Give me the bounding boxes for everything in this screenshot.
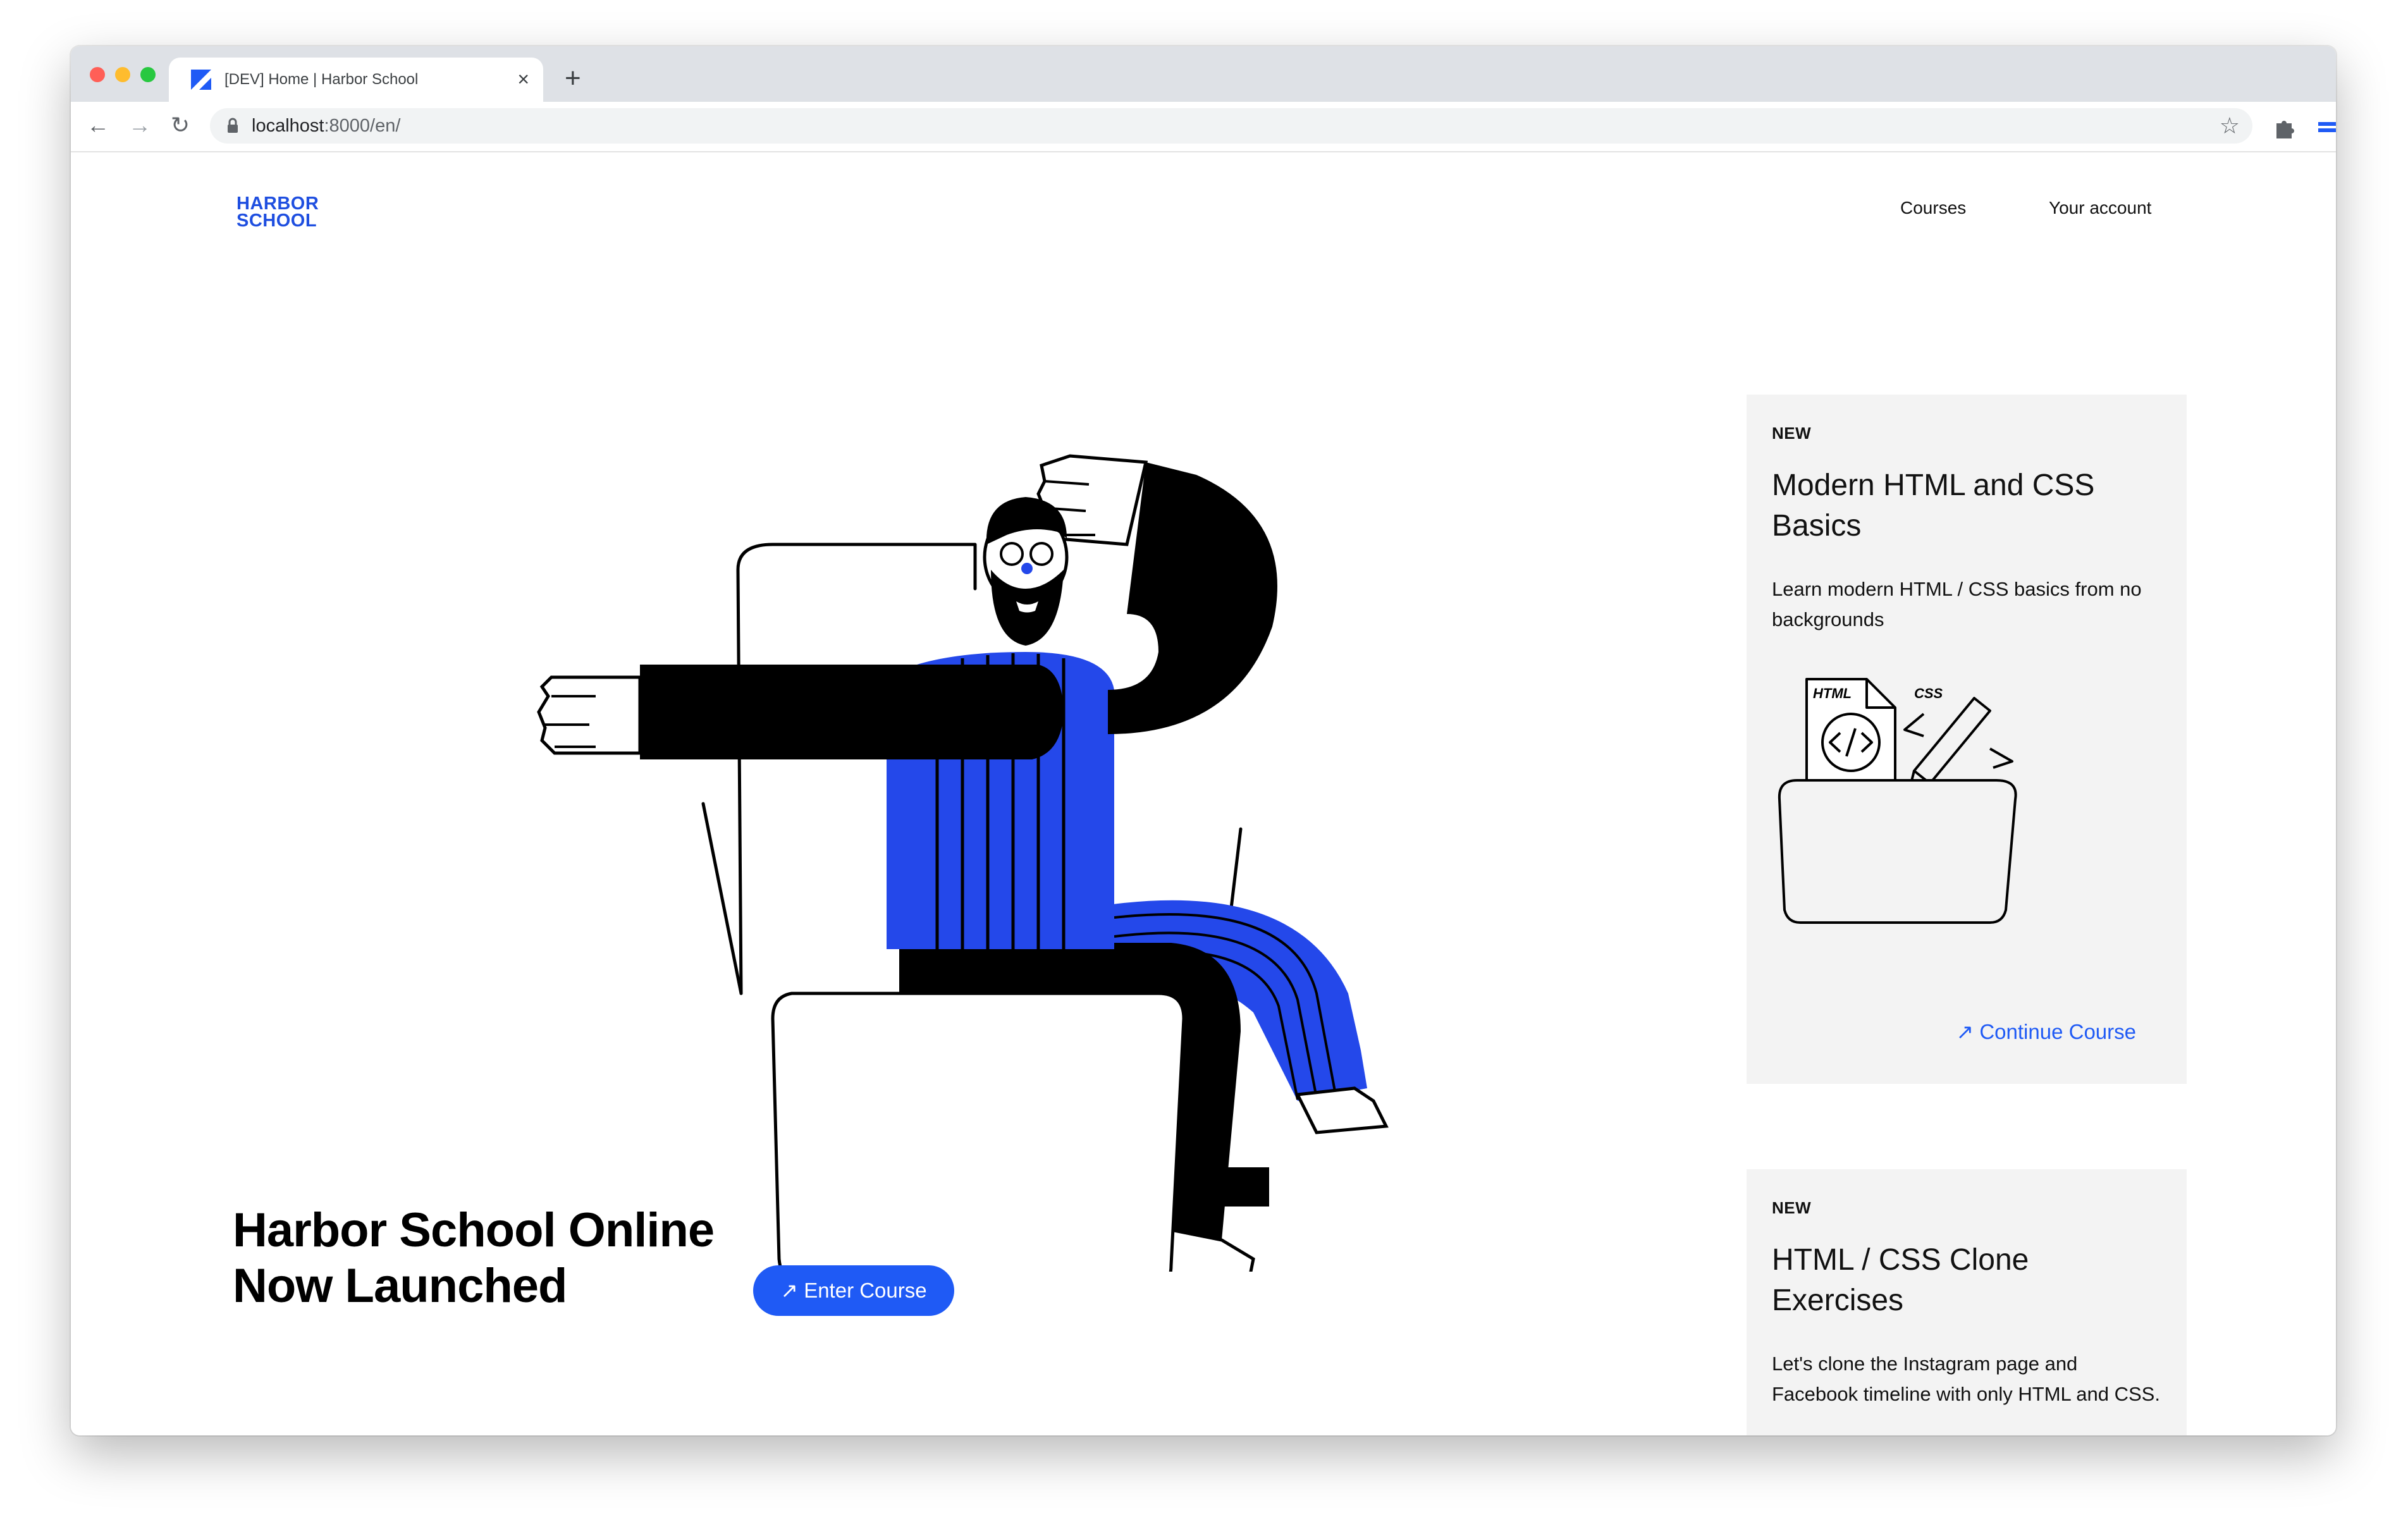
new-badge: NEW bbox=[1772, 424, 1812, 443]
tab-close-icon[interactable]: × bbox=[517, 66, 529, 92]
close-window-button[interactable] bbox=[90, 67, 105, 82]
logo-line-2: SCHOOL bbox=[236, 211, 317, 231]
continue-course-link[interactable]: ↗ Continue Course bbox=[1956, 1019, 2136, 1044]
browser-window: [DEV] Home | Harbor School × + ← → ↻ loc… bbox=[71, 46, 2336, 1435]
maximize-window-button[interactable] bbox=[140, 67, 156, 82]
course-title: HTML / CSS Clone Exercises bbox=[1772, 1243, 2029, 1317]
lock-icon bbox=[228, 118, 238, 133]
course-title: Modern HTML and CSS Basics bbox=[1772, 469, 2095, 543]
arrow-up-right-icon: ↗ bbox=[1956, 1020, 1974, 1043]
hero-headline-line-2: Now Launched bbox=[233, 1259, 567, 1313]
hero-headline-line-1: Harbor School Online bbox=[233, 1203, 715, 1257]
page-content: HARBOR SCHOOL Courses Your account Harbo… bbox=[71, 152, 2336, 1435]
url-host: localhost bbox=[252, 116, 324, 136]
continue-course-label: Continue Course bbox=[1979, 1020, 2136, 1043]
reload-button[interactable]: ↻ bbox=[164, 109, 196, 141]
bookmark-star-icon[interactable]: ☆ bbox=[2220, 113, 2240, 138]
illustration-html-label: HTML bbox=[1813, 685, 1852, 701]
illustration-css-label: CSS bbox=[1914, 685, 1943, 701]
tab-strip: [DEV] Home | Harbor School × + bbox=[71, 46, 2336, 102]
arrow-up-right-icon: ↗ bbox=[780, 1279, 799, 1302]
course-description: Learn modern HTML / CSS basics from no b… bbox=[1772, 578, 2142, 630]
active-tab[interactable]: [DEV] Home | Harbor School × bbox=[169, 58, 543, 102]
tab-title: [DEV] Home | Harbor School bbox=[224, 71, 419, 88]
course-description: Let's clone the Instagram page and Faceb… bbox=[1772, 1353, 2160, 1405]
new-badge: NEW bbox=[1772, 1198, 1812, 1217]
logo-line-1: HARBOR bbox=[236, 193, 319, 214]
address-bar[interactable]: localhost:8000/en/ ☆ bbox=[210, 108, 2252, 144]
url-path: :8000/en/ bbox=[324, 116, 401, 136]
site-favicon-icon bbox=[191, 70, 211, 90]
enter-course-label: Enter Course bbox=[804, 1279, 927, 1302]
course-card[interactable]: NEW HTML / CSS Clone Exercises Let's clo… bbox=[1747, 1169, 2187, 1435]
nav-courses-link[interactable]: Courses bbox=[1900, 197, 1966, 219]
html-css-illustration: HTML CSS bbox=[1778, 678, 2017, 924]
hero-headline: Harbor School Online Now Launched bbox=[233, 1203, 715, 1314]
harbor-extension-icon[interactable] bbox=[2314, 114, 2336, 140]
enter-course-button[interactable]: ↗ Enter Course bbox=[753, 1265, 954, 1316]
browser-toolbar: ← → ↻ localhost:8000/en/ ☆ ⋮ bbox=[71, 102, 2336, 152]
nav-account-link[interactable]: Your account bbox=[2049, 197, 2151, 219]
new-tab-button[interactable]: + bbox=[565, 63, 581, 94]
forward-button[interactable]: → bbox=[124, 109, 156, 141]
course-card[interactable]: NEW Modern HTML and CSS Basics Learn mod… bbox=[1747, 395, 2187, 1084]
minimize-window-button[interactable] bbox=[115, 67, 130, 82]
url-text: localhost:8000/en/ bbox=[252, 108, 400, 144]
extensions-puzzle-icon[interactable] bbox=[2273, 114, 2295, 140]
hero-illustration bbox=[537, 454, 1389, 1272]
back-button[interactable]: ← bbox=[82, 109, 114, 141]
site-logo[interactable]: HARBOR SCHOOL bbox=[236, 195, 319, 230]
